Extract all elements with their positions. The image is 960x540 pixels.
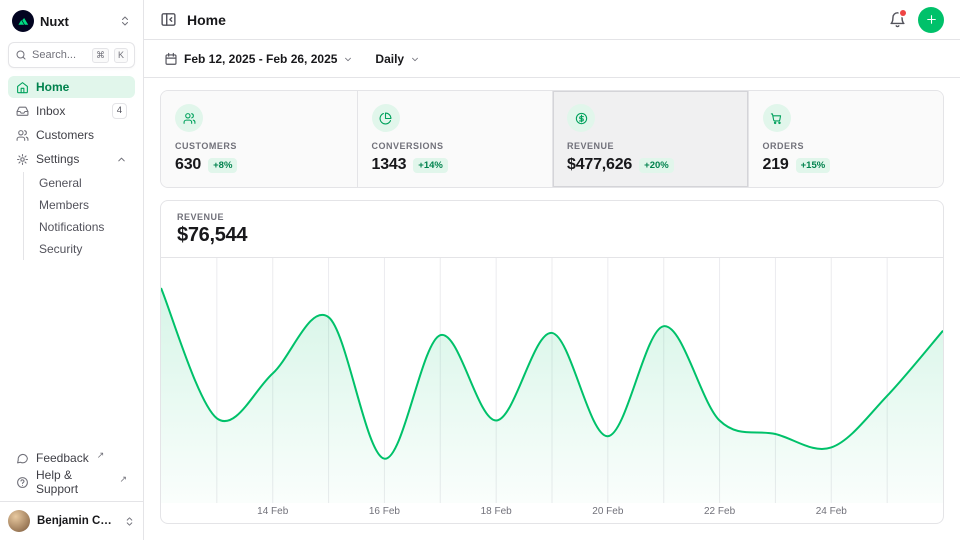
chevron-up-down-icon <box>119 15 131 27</box>
stat-value: $477,626 <box>567 156 632 174</box>
notification-dot <box>900 10 906 16</box>
help-circle-icon <box>16 476 29 489</box>
feedback-label: Feedback <box>36 451 89 465</box>
sidebar-item-notifications[interactable]: Notifications <box>24 216 135 238</box>
plus-icon <box>925 13 938 26</box>
stat-delta-badge: +8% <box>208 158 237 173</box>
stat-label: CUSTOMERS <box>175 141 343 151</box>
search-placeholder: Search... <box>32 49 87 61</box>
chart-metric-value: $76,544 <box>177 224 927 247</box>
dashboard-content: CUSTOMERS 630 +8% CONVERSIONS 1343 +14% <box>144 78 960 540</box>
stat-label: ORDERS <box>763 141 930 151</box>
sidebar-item-label: Customers <box>36 128 94 142</box>
add-button[interactable] <box>918 7 944 33</box>
chart-metric-label: REVENUE <box>177 212 927 222</box>
stat-delta-badge: +14% <box>413 158 448 173</box>
sidebar-item-inbox[interactable]: Inbox 4 <box>8 100 135 122</box>
stat-delta-badge: +15% <box>796 158 831 173</box>
stat-customers[interactable]: CUSTOMERS 630 +8% <box>161 91 357 187</box>
sidebar-item-general[interactable]: General <box>24 172 135 194</box>
kbd-cmd: ⌘ <box>92 48 109 63</box>
stat-delta-badge: +20% <box>639 158 674 173</box>
avatar <box>8 510 30 532</box>
user-name: Benjamin Canac <box>37 515 117 527</box>
notifications-button[interactable] <box>889 11 906 28</box>
sidebar-item-members[interactable]: Members <box>24 194 135 216</box>
calendar-icon <box>164 52 178 66</box>
stat-conversions[interactable]: CONVERSIONS 1343 +14% <box>357 91 553 187</box>
message-circle-icon <box>16 452 29 465</box>
stat-orders[interactable]: ORDERS 219 +15% <box>748 91 944 187</box>
sidebar-item-security[interactable]: Security <box>24 238 135 260</box>
sidebar-item-home[interactable]: Home <box>8 76 135 98</box>
header-actions <box>889 7 944 33</box>
chart-plot-area <box>161 258 943 503</box>
stats-row: CUSTOMERS 630 +8% CONVERSIONS 1343 +14% <box>160 90 944 188</box>
sidebar-item-label: Inbox <box>36 104 65 118</box>
x-axis-label: 20 Feb <box>592 506 623 517</box>
x-axis-label: 22 Feb <box>704 506 735 517</box>
help-support-label: Help & Support <box>36 468 111 496</box>
user-menu[interactable]: Benjamin Canac <box>0 501 143 540</box>
stat-value: 630 <box>175 156 201 174</box>
x-axis-label: 14 Feb <box>257 506 288 517</box>
date-range-picker[interactable]: Feb 12, 2025 - Feb 26, 2025 <box>156 47 361 71</box>
stat-revenue[interactable]: REVENUE $477,626 +20% <box>552 91 748 187</box>
panel-left-icon <box>160 11 177 28</box>
kbd-k: K <box>114 48 128 63</box>
x-axis-label: 16 Feb <box>369 506 400 517</box>
nuxt-logo-icon <box>12 10 34 32</box>
inbox-count-badge: 4 <box>112 103 127 119</box>
stat-label: REVENUE <box>567 141 734 151</box>
search-icon <box>15 49 27 61</box>
revenue-chart <box>161 258 943 503</box>
chevron-up-icon <box>116 154 127 165</box>
revenue-chart-card: REVENUE $76,544 14 Feb16 Feb18 Feb20 <box>160 200 944 524</box>
x-axis-label: 18 Feb <box>481 506 512 517</box>
external-link-icon: ↗ <box>119 474 127 485</box>
circle-dollar-icon <box>567 104 595 132</box>
chevron-up-down-icon <box>124 516 135 527</box>
sidebar-nav: Home Inbox 4 Customers Settings Ge <box>0 76 143 262</box>
x-axis-label: 24 Feb <box>816 506 847 517</box>
shopping-cart-icon <box>763 104 791 132</box>
home-icon <box>16 81 29 94</box>
page-title: Home <box>187 12 226 28</box>
gear-icon <box>16 153 29 166</box>
sidebar-footer-links: Feedback ↗ Help & Support ↗ <box>0 447 143 501</box>
feedback-link[interactable]: Feedback ↗ <box>8 447 135 469</box>
users-icon <box>16 129 29 142</box>
settings-submenu: General Members Notifications Security <box>23 172 135 260</box>
stat-label: CONVERSIONS <box>372 141 539 151</box>
chevron-down-icon <box>410 54 420 64</box>
sidebar-item-label: Home <box>36 80 69 94</box>
search-input[interactable]: Search... ⌘ K <box>8 42 135 68</box>
workspace-switcher[interactable]: Nuxt <box>8 8 135 34</box>
workspace-name: Nuxt <box>40 14 69 29</box>
chart-pie-icon <box>372 104 400 132</box>
stat-value: 219 <box>763 156 789 174</box>
sidebar-spacer <box>0 262 143 447</box>
sidebar-toggle-button[interactable] <box>160 11 177 28</box>
x-axis: 14 Feb 16 Feb 18 Feb 20 Feb 22 Feb 24 Feb <box>161 503 943 523</box>
filters-toolbar: Feb 12, 2025 - Feb 26, 2025 Daily <box>144 40 960 78</box>
users-icon <box>175 104 203 132</box>
external-link-icon: ↗ <box>97 450 105 461</box>
date-range-value: Feb 12, 2025 - Feb 26, 2025 <box>184 52 337 66</box>
page-header: Home <box>144 0 960 40</box>
chart-header: REVENUE $76,544 <box>161 201 943 258</box>
stat-value: 1343 <box>372 156 407 174</box>
sidebar-item-settings[interactable]: Settings <box>8 148 135 170</box>
help-support-link[interactable]: Help & Support ↗ <box>8 471 135 493</box>
main-area: Home Feb 12, 2025 - Feb 26, 2025 <box>144 0 960 540</box>
granularity-select[interactable]: Daily <box>367 47 428 71</box>
chevron-down-icon <box>343 54 353 64</box>
sidebar-item-customers[interactable]: Customers <box>8 124 135 146</box>
sidebar-item-label: Settings <box>36 152 79 166</box>
inbox-icon <box>16 105 29 118</box>
granularity-value: Daily <box>375 52 404 66</box>
sidebar: Nuxt Search... ⌘ K Home Inbox 4 <box>0 0 144 540</box>
